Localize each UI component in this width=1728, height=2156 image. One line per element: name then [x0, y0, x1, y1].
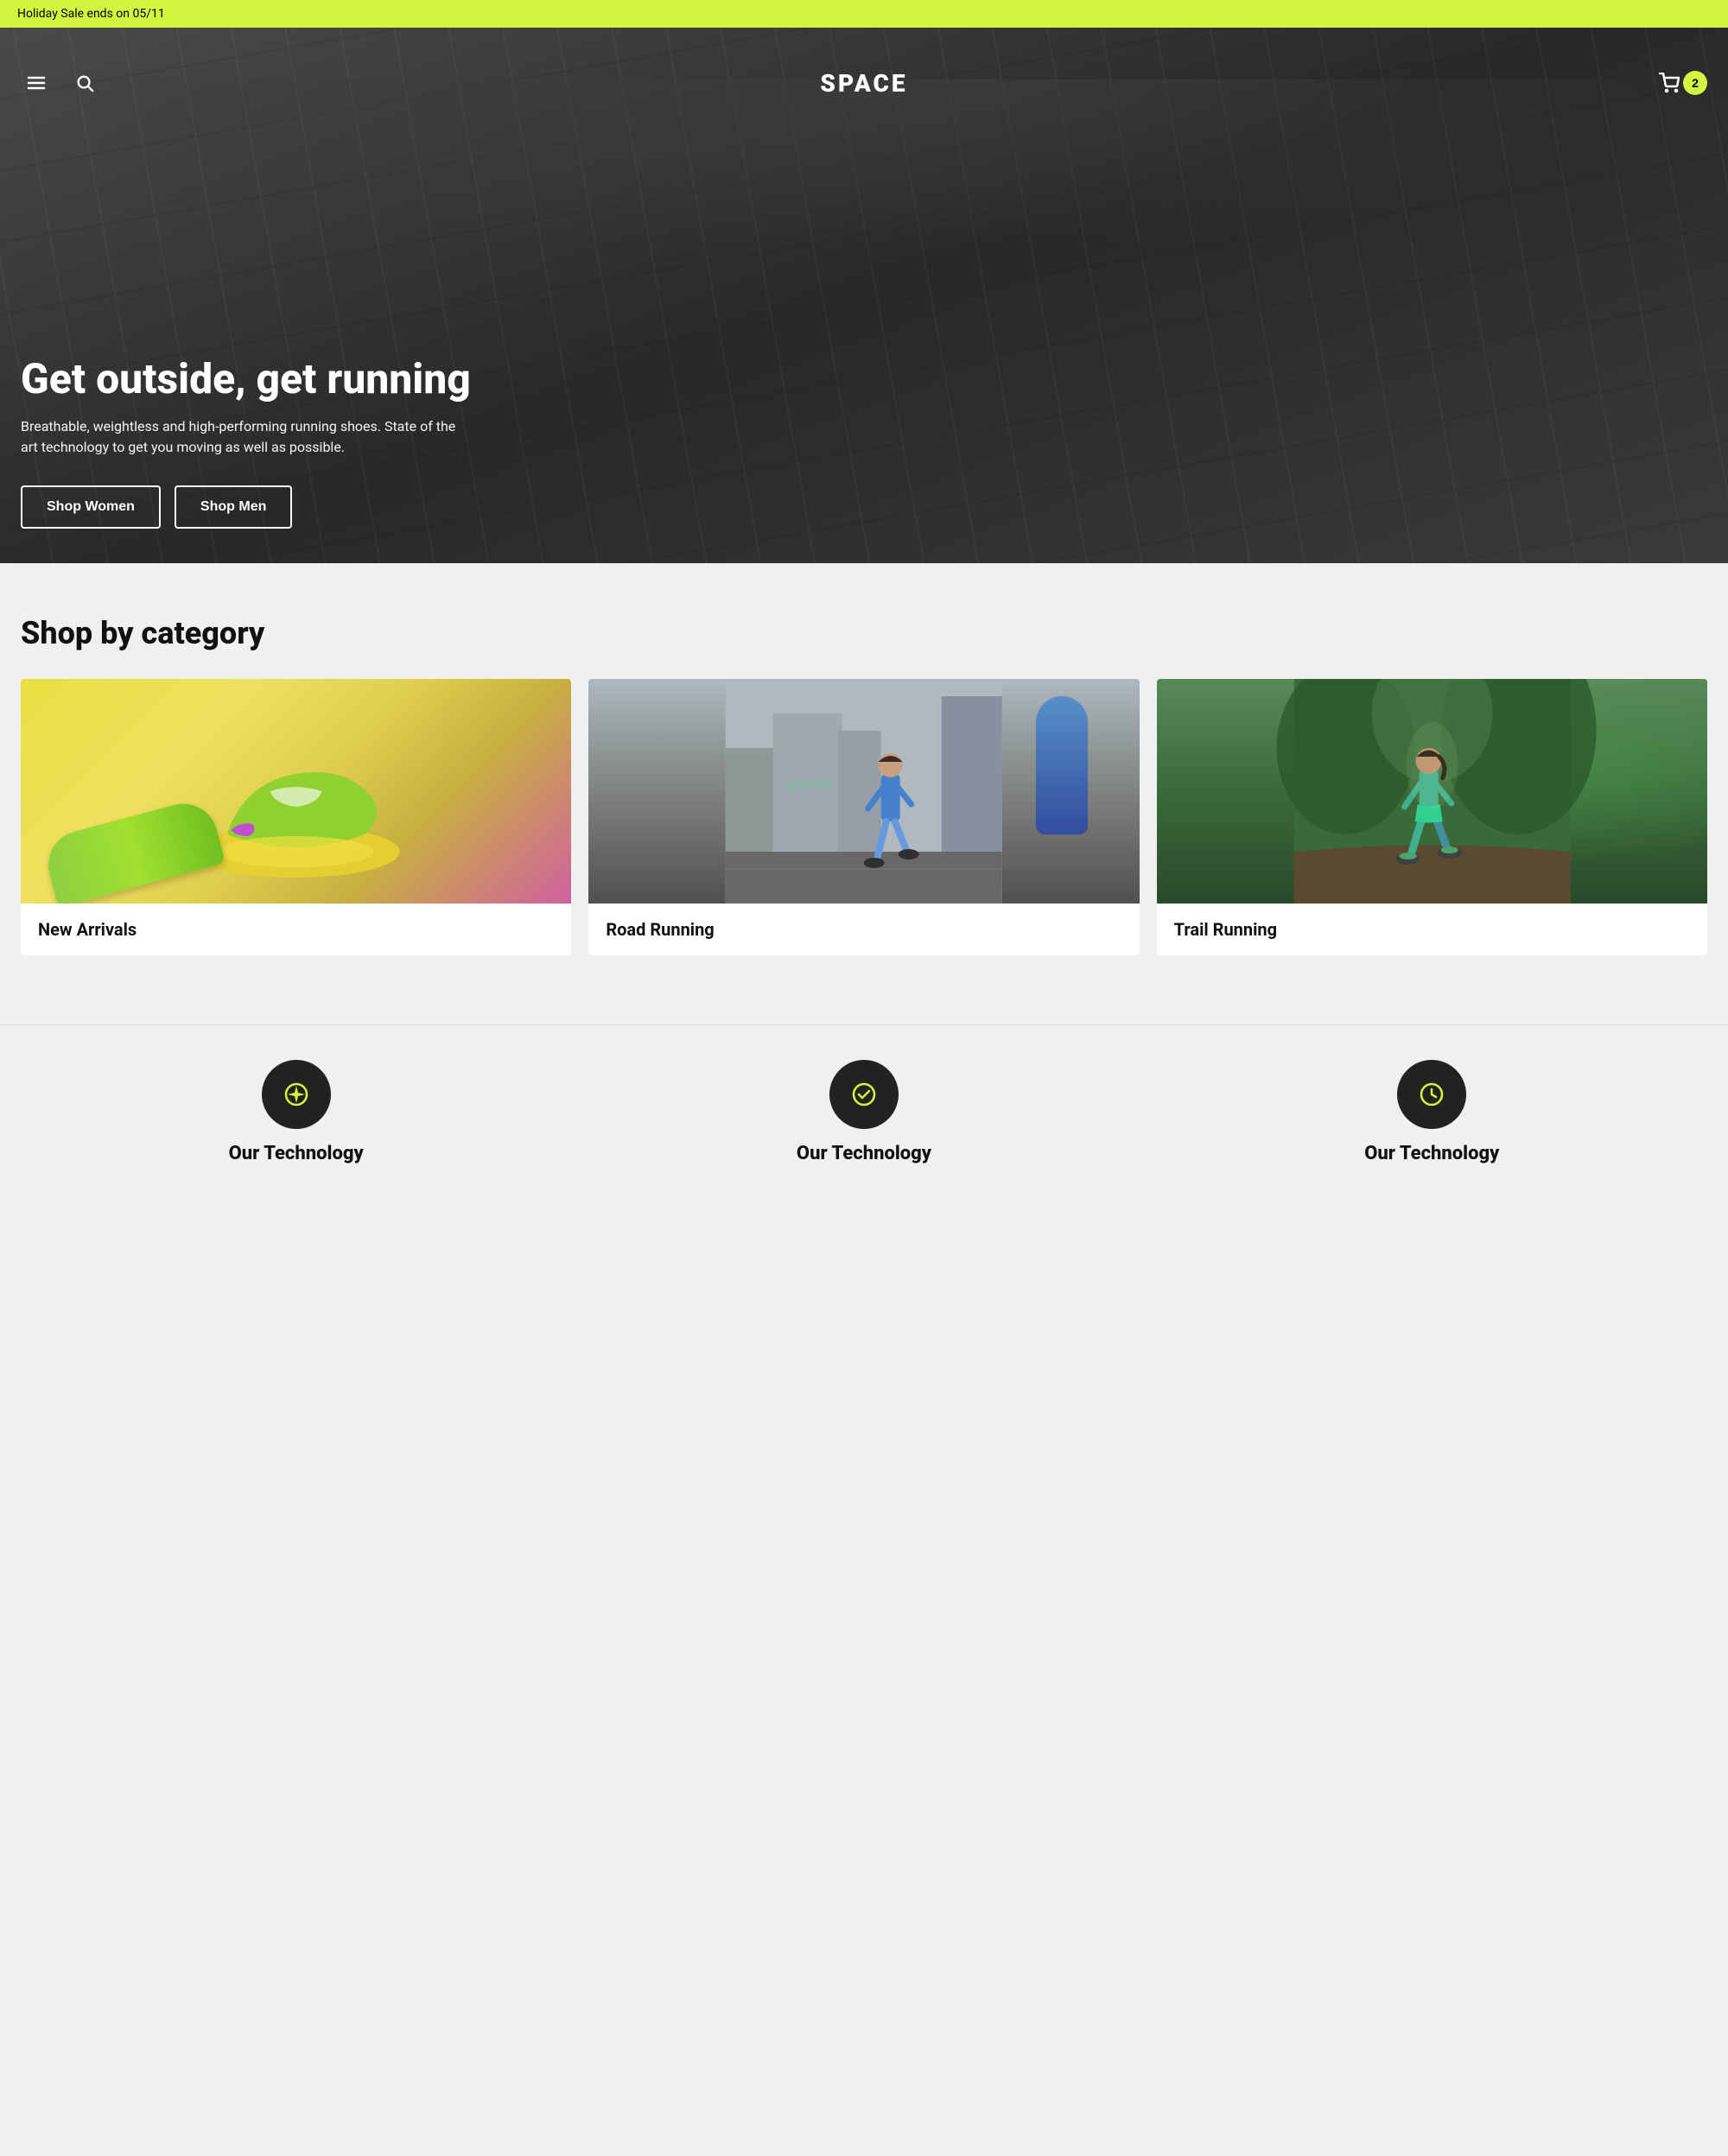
tech-card-3: Our Technology — [1157, 1060, 1707, 1171]
trail-running-image — [1157, 679, 1707, 904]
hero-section: SPACE 2 Get outside, get running Breatha… — [0, 28, 1728, 563]
tech-icon-2 — [829, 1060, 899, 1129]
hero-content: Get outside, get running Breathable, wei… — [21, 357, 1707, 529]
category-section: Shop by category New Arrival — [0, 563, 1728, 1024]
category-card-road-running[interactable]: amece — [588, 679, 1139, 955]
cart-button[interactable]: 2 — [1659, 71, 1707, 95]
road-running-image: amece — [588, 679, 1139, 904]
technology-section: Our Technology Our Technology Our Techno… — [0, 1024, 1728, 1189]
hero-buttons: Shop Women Shop Men — [21, 485, 1707, 529]
announcement-text: Holiday Sale ends on 05/11 — [17, 7, 165, 21]
header-left — [21, 67, 100, 98]
category-card-new-arrivals[interactable]: New Arrivals — [21, 679, 571, 955]
header-right: 2 — [1659, 71, 1707, 95]
tech-icon-1 — [262, 1060, 331, 1129]
tech-card-2-title: Our Technology — [588, 1143, 1139, 1164]
road-running-label: Road Running — [588, 904, 1139, 955]
tech-card-3-title: Our Technology — [1157, 1143, 1707, 1164]
site-header: SPACE 2 — [0, 57, 1728, 109]
site-logo[interactable]: SPACE — [820, 69, 907, 98]
tech-icon-3 — [1397, 1060, 1466, 1129]
announcement-bar: Holiday Sale ends on 05/11 — [0, 0, 1728, 28]
tech-card-1: Our Technology — [21, 1060, 571, 1171]
trail-running-label: Trail Running — [1157, 904, 1707, 955]
shop-men-button[interactable]: Shop Men — [175, 485, 292, 529]
tech-card-2: Our Technology — [588, 1060, 1139, 1171]
hero-subtitle: Breathable, weightless and high-performi… — [21, 416, 470, 458]
category-grid: New Arrivals amece — [21, 679, 1707, 955]
category-card-trail-running[interactable]: Trail Running — [1157, 679, 1707, 955]
category-section-title: Shop by category — [21, 615, 1707, 651]
new-arrivals-label: New Arrivals — [21, 904, 571, 955]
shop-women-button[interactable]: Shop Women — [21, 485, 161, 529]
search-button[interactable] — [69, 67, 100, 98]
new-arrivals-image — [21, 679, 571, 904]
cart-count-badge: 2 — [1683, 71, 1707, 95]
tech-card-1-title: Our Technology — [21, 1143, 571, 1164]
hero-title: Get outside, get running — [21, 357, 1707, 403]
tech-grid: Our Technology Our Technology Our Techno… — [21, 1060, 1707, 1171]
menu-button[interactable] — [21, 67, 52, 98]
